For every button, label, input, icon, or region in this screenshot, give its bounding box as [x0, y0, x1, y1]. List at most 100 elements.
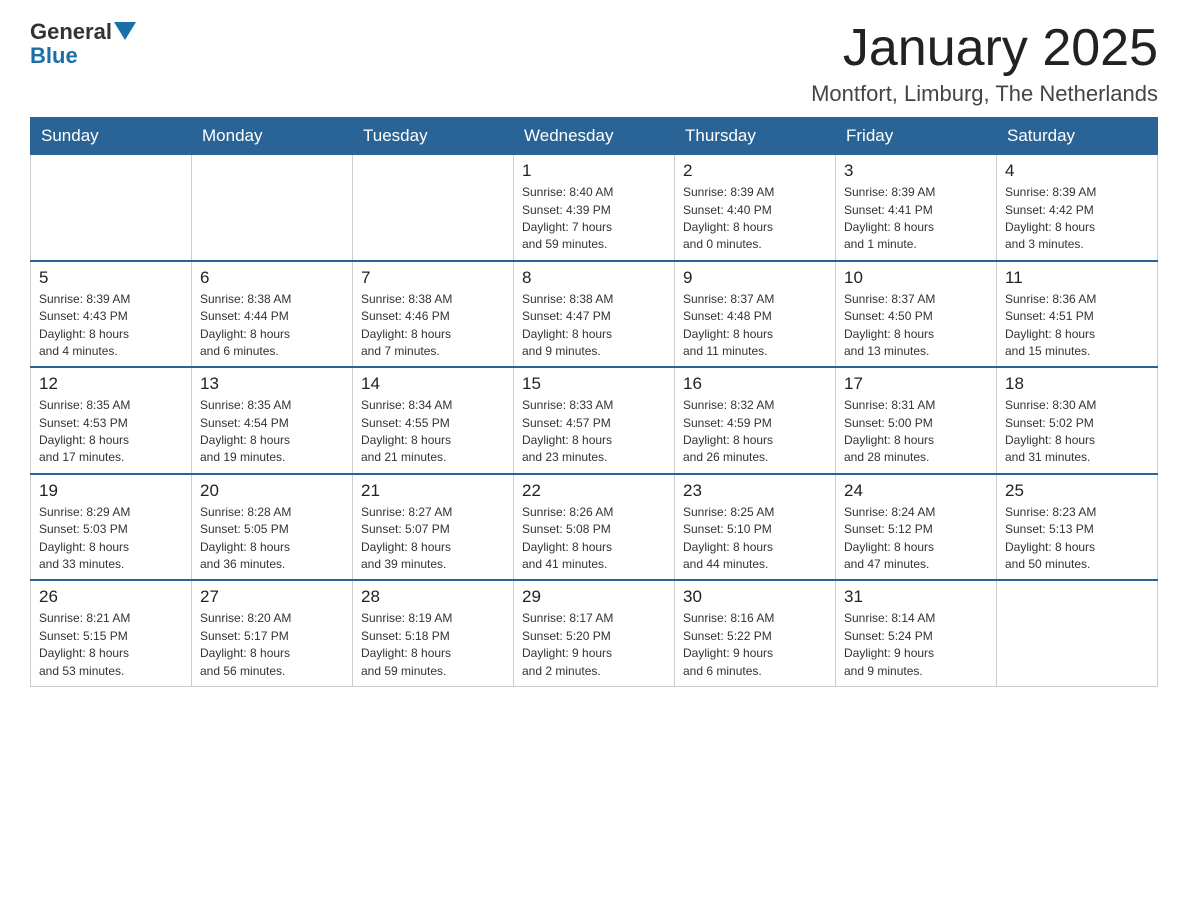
day-number: 3 [844, 161, 988, 181]
day-number: 8 [522, 268, 666, 288]
calendar-cell: 19 Sunrise: 8:29 AM Sunset: 5:03 PM Dayli… [31, 474, 192, 581]
calendar-cell: 26 Sunrise: 8:21 AM Sunset: 5:15 PM Dayli… [31, 580, 192, 686]
day-number: 2 [683, 161, 827, 181]
day-number: 21 [361, 481, 505, 501]
day-info: Sunrise: 8:26 AM Sunset: 5:08 PM Dayligh… [522, 504, 666, 574]
calendar-cell: 14 Sunrise: 8:34 AM Sunset: 4:55 PM Dayli… [353, 367, 514, 474]
calendar-table: SundayMondayTuesdayWednesdayThursdayFrid… [30, 117, 1158, 687]
day-info: Sunrise: 8:14 AM Sunset: 5:24 PM Dayligh… [844, 610, 988, 680]
weekday-header-thursday: Thursday [675, 118, 836, 155]
day-number: 27 [200, 587, 344, 607]
day-info: Sunrise: 8:37 AM Sunset: 4:50 PM Dayligh… [844, 291, 988, 361]
day-number: 28 [361, 587, 505, 607]
day-info: Sunrise: 8:16 AM Sunset: 5:22 PM Dayligh… [683, 610, 827, 680]
day-info: Sunrise: 8:38 AM Sunset: 4:47 PM Dayligh… [522, 291, 666, 361]
weekday-header-saturday: Saturday [997, 118, 1158, 155]
calendar-cell [353, 155, 514, 261]
calendar-cell: 20 Sunrise: 8:28 AM Sunset: 5:05 PM Dayli… [192, 474, 353, 581]
day-number: 14 [361, 374, 505, 394]
calendar-cell [192, 155, 353, 261]
day-info: Sunrise: 8:29 AM Sunset: 5:03 PM Dayligh… [39, 504, 183, 574]
day-number: 23 [683, 481, 827, 501]
calendar-cell: 27Sunrise: 8:20 AM Sunset: 5:17 PM Dayli… [192, 580, 353, 686]
week-row-1: 1 Sunrise: 8:40 AM Sunset: 4:39 PM Daylig… [31, 155, 1158, 261]
day-info: Sunrise: 8:39 AM Sunset: 4:41 PM Dayligh… [844, 184, 988, 254]
day-info: Sunrise: 8:38 AM Sunset: 4:46 PM Dayligh… [361, 291, 505, 361]
calendar-cell: 30 Sunrise: 8:16 AM Sunset: 5:22 PM Dayli… [675, 580, 836, 686]
week-row-5: 26 Sunrise: 8:21 AM Sunset: 5:15 PM Dayli… [31, 580, 1158, 686]
calendar-cell: 11Sunrise: 8:36 AM Sunset: 4:51 PM Dayli… [997, 261, 1158, 368]
day-number: 10 [844, 268, 988, 288]
day-number: 26 [39, 587, 183, 607]
calendar-cell: 13 Sunrise: 8:35 AM Sunset: 4:54 PM Dayli… [192, 367, 353, 474]
day-info: Sunrise: 8:39 AM Sunset: 4:43 PM Dayligh… [39, 291, 183, 361]
calendar-title: January 2025 [811, 20, 1158, 77]
day-info: Sunrise: 8:31 AM Sunset: 5:00 PM Dayligh… [844, 397, 988, 467]
calendar-subtitle: Montfort, Limburg, The Netherlands [811, 81, 1158, 107]
day-number: 11 [1005, 268, 1149, 288]
calendar-cell: 12 Sunrise: 8:35 AM Sunset: 4:53 PM Dayli… [31, 367, 192, 474]
calendar-cell: 1 Sunrise: 8:40 AM Sunset: 4:39 PM Daylig… [514, 155, 675, 261]
logo-triangle-icon [114, 22, 136, 44]
calendar-cell: 18 Sunrise: 8:30 AM Sunset: 5:02 PM Dayli… [997, 367, 1158, 474]
day-number: 25 [1005, 481, 1149, 501]
day-number: 22 [522, 481, 666, 501]
weekday-header-monday: Monday [192, 118, 353, 155]
calendar-cell [997, 580, 1158, 686]
day-info: Sunrise: 8:30 AM Sunset: 5:02 PM Dayligh… [1005, 397, 1149, 467]
day-info: Sunrise: 8:40 AM Sunset: 4:39 PM Dayligh… [522, 184, 666, 254]
day-info: Sunrise: 8:39 AM Sunset: 4:42 PM Dayligh… [1005, 184, 1149, 254]
day-info: Sunrise: 8:39 AM Sunset: 4:40 PM Dayligh… [683, 184, 827, 254]
calendar-cell: 15Sunrise: 8:33 AM Sunset: 4:57 PM Dayli… [514, 367, 675, 474]
day-info: Sunrise: 8:28 AM Sunset: 5:05 PM Dayligh… [200, 504, 344, 574]
day-number: 19 [39, 481, 183, 501]
day-info: Sunrise: 8:25 AM Sunset: 5:10 PM Dayligh… [683, 504, 827, 574]
day-info: Sunrise: 8:19 AM Sunset: 5:18 PM Dayligh… [361, 610, 505, 680]
logo-text-general: General [30, 20, 112, 44]
logo: General Blue [30, 20, 136, 69]
day-number: 18 [1005, 374, 1149, 394]
day-number: 13 [200, 374, 344, 394]
day-number: 16 [683, 374, 827, 394]
day-info: Sunrise: 8:35 AM Sunset: 4:54 PM Dayligh… [200, 397, 344, 467]
calendar-cell: 25Sunrise: 8:23 AM Sunset: 5:13 PM Dayli… [997, 474, 1158, 581]
day-info: Sunrise: 8:38 AM Sunset: 4:44 PM Dayligh… [200, 291, 344, 361]
day-number: 9 [683, 268, 827, 288]
calendar-cell: 31 Sunrise: 8:14 AM Sunset: 5:24 PM Dayli… [836, 580, 997, 686]
weekday-header-tuesday: Tuesday [353, 118, 514, 155]
day-info: Sunrise: 8:24 AM Sunset: 5:12 PM Dayligh… [844, 504, 988, 574]
calendar-cell: 6 Sunrise: 8:38 AM Sunset: 4:44 PM Daylig… [192, 261, 353, 368]
week-row-3: 12 Sunrise: 8:35 AM Sunset: 4:53 PM Dayli… [31, 367, 1158, 474]
day-number: 31 [844, 587, 988, 607]
day-info: Sunrise: 8:21 AM Sunset: 5:15 PM Dayligh… [39, 610, 183, 680]
day-number: 7 [361, 268, 505, 288]
day-number: 12 [39, 374, 183, 394]
calendar-cell: 3 Sunrise: 8:39 AM Sunset: 4:41 PM Daylig… [836, 155, 997, 261]
calendar-cell [31, 155, 192, 261]
day-info: Sunrise: 8:35 AM Sunset: 4:53 PM Dayligh… [39, 397, 183, 467]
weekday-header-friday: Friday [836, 118, 997, 155]
calendar-cell: 24 Sunrise: 8:24 AM Sunset: 5:12 PM Dayli… [836, 474, 997, 581]
calendar-cell: 23 Sunrise: 8:25 AM Sunset: 5:10 PM Dayli… [675, 474, 836, 581]
calendar-cell: 4 Sunrise: 8:39 AM Sunset: 4:42 PM Daylig… [997, 155, 1158, 261]
day-number: 5 [39, 268, 183, 288]
day-number: 17 [844, 374, 988, 394]
calendar-cell: 7 Sunrise: 8:38 AM Sunset: 4:46 PM Daylig… [353, 261, 514, 368]
day-number: 24 [844, 481, 988, 501]
day-info: Sunrise: 8:34 AM Sunset: 4:55 PM Dayligh… [361, 397, 505, 467]
weekday-header-wednesday: Wednesday [514, 118, 675, 155]
day-number: 6 [200, 268, 344, 288]
calendar-cell: 28 Sunrise: 8:19 AM Sunset: 5:18 PM Dayli… [353, 580, 514, 686]
day-info: Sunrise: 8:32 AM Sunset: 4:59 PM Dayligh… [683, 397, 827, 467]
day-info: Sunrise: 8:27 AM Sunset: 5:07 PM Dayligh… [361, 504, 505, 574]
logo-text-blue: Blue [30, 43, 78, 68]
calendar-cell: 17 Sunrise: 8:31 AM Sunset: 5:00 PM Dayli… [836, 367, 997, 474]
day-number: 1 [522, 161, 666, 181]
day-info: Sunrise: 8:33 AM Sunset: 4:57 PM Dayligh… [522, 397, 666, 467]
day-number: 4 [1005, 161, 1149, 181]
day-number: 20 [200, 481, 344, 501]
day-number: 30 [683, 587, 827, 607]
title-block: January 2025 Montfort, Limburg, The Neth… [811, 20, 1158, 107]
calendar-cell: 16 Sunrise: 8:32 AM Sunset: 4:59 PM Dayli… [675, 367, 836, 474]
weekday-header-row: SundayMondayTuesdayWednesdayThursdayFrid… [31, 118, 1158, 155]
